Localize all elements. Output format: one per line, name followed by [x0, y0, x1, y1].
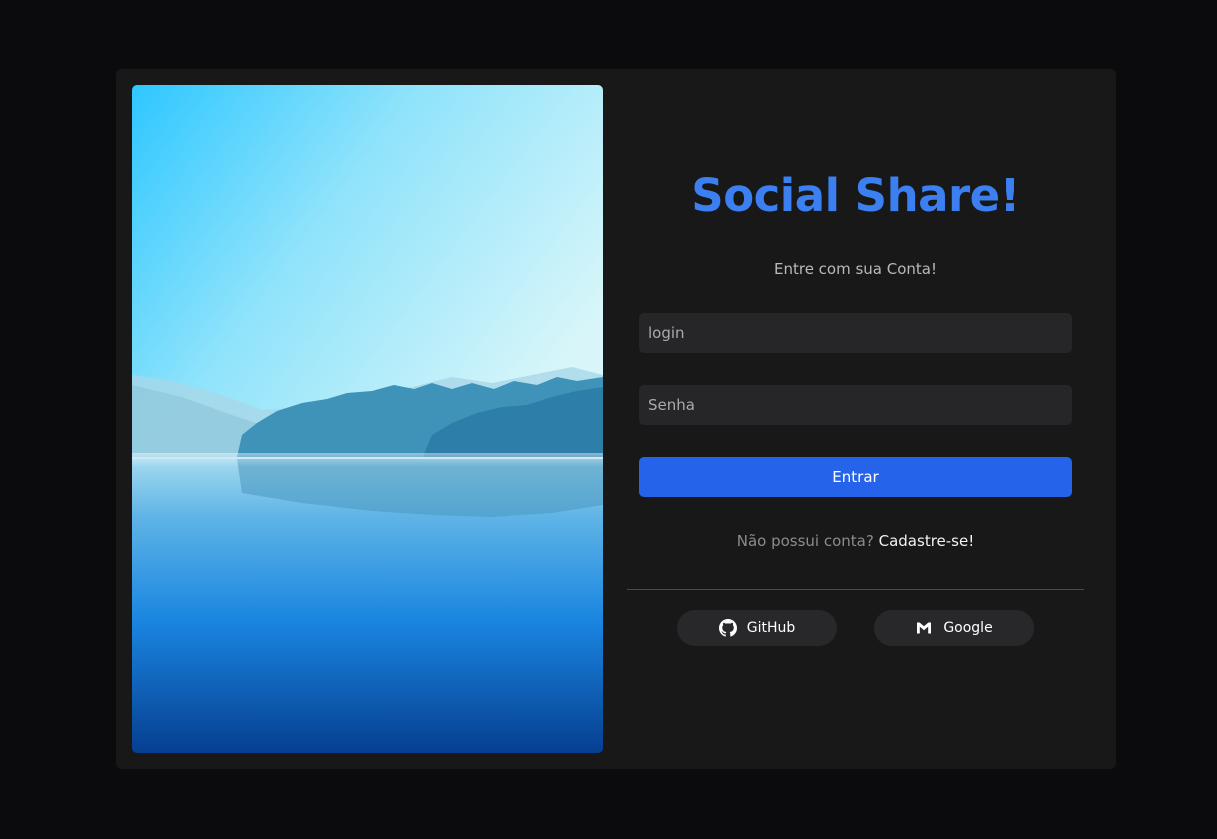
- github-label: GitHub: [746, 620, 796, 636]
- hero-image: [132, 85, 603, 753]
- login-subtitle: Entre com sua Conta!: [773, 260, 938, 278]
- gmail-icon: [915, 619, 933, 637]
- google-login-button[interactable]: Google: [874, 610, 1034, 646]
- password-input[interactable]: [639, 385, 1072, 425]
- signup-prompt: Não possui conta? Cadastre-se!: [627, 532, 1084, 550]
- github-login-button[interactable]: GitHub: [677, 610, 837, 646]
- divider: [627, 589, 1084, 590]
- login-button[interactable]: Entrar: [639, 457, 1072, 497]
- login-form: Social Share! Entre com sua Conta! Entra…: [627, 69, 1084, 769]
- login-card: Social Share! Entre com sua Conta! Entra…: [116, 69, 1116, 769]
- signup-link[interactable]: Cadastre-se!: [879, 532, 975, 550]
- app-title: Social Share!: [691, 169, 1020, 222]
- github-icon: [718, 619, 737, 637]
- signup-prompt-text: Não possui conta?: [736, 532, 874, 550]
- google-label: Google: [943, 620, 993, 636]
- login-input[interactable]: [639, 313, 1072, 353]
